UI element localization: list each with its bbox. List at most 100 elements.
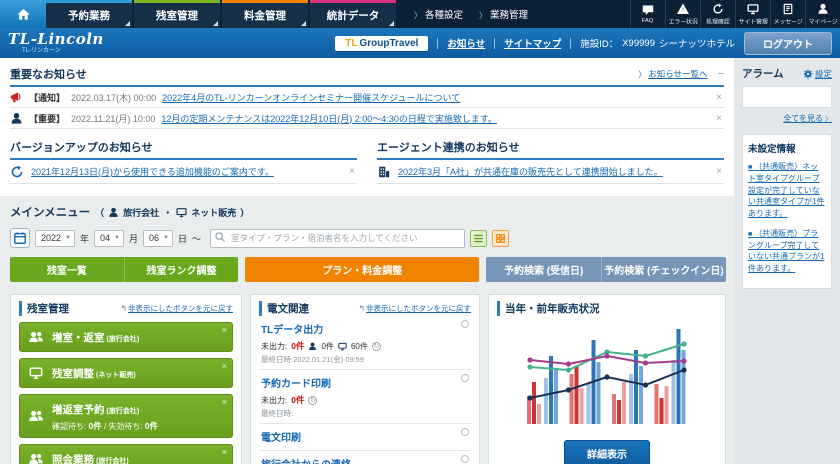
top-navigation-bar: 予約業務 残室管理 料金管理 統計データ 各種設定 業務管理 FAQ エラー状況…	[0, 0, 840, 28]
news-list-link[interactable]: お知らせ一覧へ	[638, 69, 707, 79]
faq-button[interactable]: FAQ	[630, 0, 665, 28]
people-icon	[28, 409, 44, 423]
plan-rate-adjust-button[interactable]: プラン・料金調整	[245, 257, 479, 282]
grid-view-button[interactable]	[492, 230, 509, 247]
mypage-button[interactable]: マイページ	[805, 0, 840, 28]
person-icon	[308, 342, 317, 351]
tab-label: 残室管理	[156, 8, 198, 23]
home-tab[interactable]	[0, 0, 46, 28]
booking-search-checkin-button[interactable]: 予約検索 (チェックイン日)	[602, 257, 726, 282]
tab-rate[interactable]: 料金管理	[222, 0, 308, 28]
pending-counts: 確認待ち: 0件 / 失効待ち: 0件	[52, 420, 158, 432]
home-icon	[16, 7, 31, 22]
megaphone-icon	[10, 91, 23, 104]
message-button[interactable]: メッセージ	[770, 0, 805, 28]
tab-statistics[interactable]: 統計データ	[310, 0, 396, 28]
main-content: 重要なお知らせ お知らせ一覧へ − 【通知】 2022.03.17(木) 00:…	[0, 58, 734, 464]
warning-icon	[677, 3, 689, 15]
row-stats: 未出力:0件 0件 60件 ↻	[261, 340, 457, 352]
close-icon[interactable]: ×	[347, 166, 357, 177]
refresh-icon	[712, 3, 724, 15]
month-select[interactable]: 04▼	[94, 230, 124, 247]
tab-room-stock[interactable]: 残室管理	[134, 0, 220, 28]
unset-plan-group-link[interactable]: （共通販売）プラングループ完了していない共通プランが1件あります。	[748, 228, 826, 275]
site-admin-button[interactable]: サイト管理	[735, 0, 770, 28]
calendar-button[interactable]	[10, 228, 30, 248]
sitemap-link[interactable]: サイトマップ	[504, 36, 561, 50]
tl-lincoln-logo[interactable]: TL-Lincoln TL-リンカーン	[8, 32, 104, 54]
room-stock-list-button[interactable]: 残室一覧	[10, 257, 125, 282]
month-label: 月	[129, 232, 138, 245]
link-business-admin[interactable]: 業務管理	[479, 7, 528, 21]
unset-room-type-link[interactable]: （共通販売）ネット室タイプグループ設定が完了していない共通室タイプが1件あります…	[748, 161, 826, 220]
inquiry-work-button[interactable]: 照会業務(旅行会社) ×	[19, 444, 233, 464]
news-tag: 【通知】	[29, 91, 65, 104]
close-icon[interactable]: ×	[714, 92, 724, 103]
year-select[interactable]: 2022▼	[35, 230, 75, 247]
alarm-setting-link[interactable]: 設定	[815, 68, 832, 80]
logout-button[interactable]: ログアウト	[744, 32, 832, 55]
news-row: 【重要】 2022.11.21(月) 10:00 12月の定期メンテナンスは20…	[10, 108, 724, 129]
grouptravel-button[interactable]: TLGroupTravel	[335, 36, 428, 51]
refresh-icon[interactable]: ↻	[308, 396, 317, 405]
top-icon-menu: FAQ エラー状況 処理確認 サイト管理 メッセージ マイページ	[630, 0, 840, 28]
range-tilde: ～	[192, 232, 201, 245]
day-select[interactable]: 06▼	[143, 230, 173, 247]
search-input[interactable]	[210, 229, 465, 248]
hide-toggle[interactable]	[461, 455, 469, 463]
booking-search-received-button[interactable]: 予約検索 (受信日)	[486, 257, 602, 282]
row-stats: 未出力:0件 ↻	[261, 394, 457, 406]
room-adjust-button[interactable]: 残室調整(ネット販売) ×	[19, 358, 233, 388]
news-link[interactable]: 2022年4月のTL-リンカーンオンラインセミナー開催スケジュールについて	[162, 91, 460, 104]
close-icon[interactable]: ×	[222, 361, 227, 371]
person-icon	[108, 207, 119, 218]
hide-toggle[interactable]	[461, 428, 469, 436]
booking-card-print-row: 予約カード印刷 未出力:0件 ↻ 最終日時:	[259, 370, 471, 424]
agent-news-title: エージェント連携のお知らせ	[377, 139, 724, 155]
tl-data-export-link[interactable]: TLデータ出力	[261, 325, 323, 336]
sales-chart	[522, 324, 692, 432]
error-status-button[interactable]: エラー状況	[665, 0, 700, 28]
monitor-icon	[338, 342, 347, 351]
restore-hidden-buttons-link[interactable]: 非表示にしたボタンを元に戻す	[128, 304, 233, 313]
close-icon[interactable]: ×	[222, 447, 227, 457]
add-return-reservation-button[interactable]: 増返室予約(旅行会社) 確認待ち: 0件 / 失効待ち: 0件 ×	[19, 394, 233, 438]
list-view-button[interactable]	[470, 230, 487, 247]
agency-contact-link[interactable]: 旅行会社からの連絡	[261, 460, 351, 464]
agent-news-link[interactable]: 2022年3月「A社」が共通在庫の販売先として連携開始しました。	[398, 165, 663, 178]
logo-subtitle: TL-リンカーン	[8, 48, 104, 54]
see-all-link[interactable]: 全てを見る	[783, 114, 832, 123]
building-icon	[377, 165, 391, 179]
app-header: TL-Lincoln TL-リンカーン TLGroupTravel お知らせ サ…	[0, 28, 840, 58]
hide-toggle[interactable]	[461, 374, 469, 382]
restore-hidden-buttons-link[interactable]: 非表示にしたボタンを元に戻す	[366, 304, 471, 313]
monitor-icon	[28, 366, 44, 380]
tab-reservation[interactable]: 予約業務	[46, 0, 132, 28]
tl-lincoln-app: 予約業務 残室管理 料金管理 統計データ 各種設定 業務管理 FAQ エラー状況…	[0, 0, 840, 464]
facility-name: シーナッツホテル	[659, 36, 735, 50]
version-news-link[interactable]: 2021年12月13日(月)から使用できる追加機能のご案内です。	[31, 165, 274, 178]
refresh-icon[interactable]: ↻	[372, 342, 381, 351]
close-icon[interactable]: ×	[714, 113, 724, 124]
people-icon	[28, 330, 44, 344]
link-various-settings[interactable]: 各種設定	[414, 7, 463, 21]
close-icon[interactable]: ×	[714, 166, 724, 177]
add-return-room-button[interactable]: 増室・返室(旅行会社) ×	[19, 322, 233, 352]
process-check-button[interactable]: 処理確認	[700, 0, 735, 28]
tab-label: 料金管理	[244, 8, 286, 23]
booking-card-print-link[interactable]: 予約カード印刷	[261, 379, 331, 390]
telegram-print-link[interactable]: 電文印刷	[261, 433, 301, 444]
search-row: 2022▼ 年 04▼ 月 06▼ 日 ～	[10, 228, 726, 248]
room-rank-adjust-button[interactable]: 残室ランク調整	[125, 257, 239, 282]
hide-toggle[interactable]	[461, 320, 469, 328]
important-person-icon	[10, 112, 23, 125]
collapse-button[interactable]: −	[718, 69, 724, 80]
news-date: 2022.03.17(木) 00:00	[71, 91, 156, 104]
calendar-icon	[13, 231, 27, 245]
news-link[interactable]: 12月の定期メンテナンスは2022年12月10日(月) 2:00～4:30の日程…	[161, 112, 497, 125]
close-icon[interactable]: ×	[222, 397, 227, 407]
notice-link[interactable]: お知らせ	[447, 36, 485, 50]
close-icon[interactable]: ×	[222, 325, 227, 335]
panel-title: 電文関連	[259, 301, 309, 316]
detail-view-button[interactable]: 詳細表示	[564, 440, 650, 464]
